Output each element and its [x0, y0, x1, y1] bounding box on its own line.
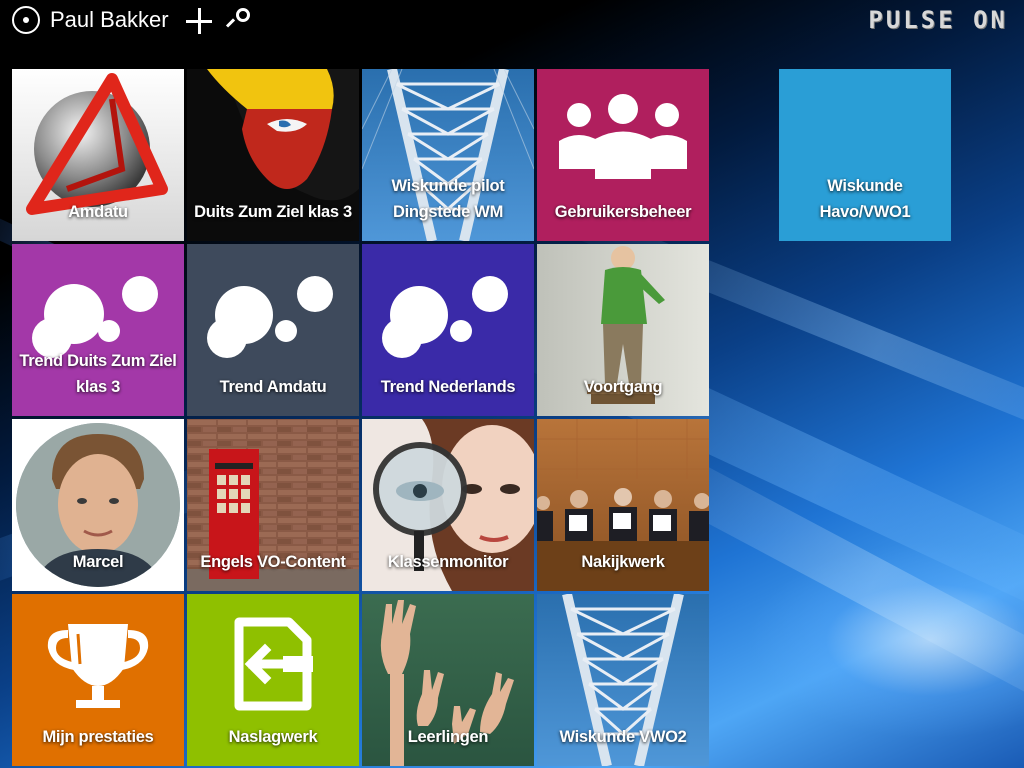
tile-gebruikersbeheer[interactable]: Gebruikersbeheer	[537, 69, 709, 241]
tile-label: Trend Duits Zum Ziel klas 3	[19, 352, 177, 396]
tile-label: Klassenmonitor	[387, 553, 509, 571]
tile-trend-amdatu[interactable]: Trend Amdatu	[187, 244, 359, 416]
tile-wiskunde-havo[interactable]: Wiskunde Havo/VWO1	[779, 69, 951, 241]
tile-duits-zum-ziel[interactable]: Duits Zum Ziel klas 3	[187, 69, 359, 241]
tile-label: Wiskunde pilot Dingstede WM	[391, 177, 505, 221]
add-icon[interactable]	[186, 8, 212, 34]
tile-label: Marcel	[72, 553, 124, 571]
tile-nakijkwerk[interactable]: Nakijkwerk	[537, 419, 709, 591]
tile-naslagwerk[interactable]: Naslagwerk	[187, 594, 359, 766]
search-icon[interactable]	[225, 8, 250, 32]
top-bar: Paul Bakker PULSE ON	[0, 0, 1024, 44]
tile-voortgang[interactable]: Voortgang	[537, 244, 709, 416]
tile-trend-nederlands[interactable]: Trend Nederlands	[362, 244, 534, 416]
user-name[interactable]: Paul Bakker	[50, 6, 169, 34]
tile-label: Wiskunde Havo/VWO1	[819, 177, 911, 221]
tile-label: Voortgang	[583, 378, 663, 396]
user-icon[interactable]	[12, 6, 40, 34]
tile-label: Nakijkwerk	[581, 553, 665, 571]
tile-label: Leerlingen	[407, 728, 489, 746]
tile-trend-duits[interactable]: Trend Duits Zum Ziel klas 3	[12, 244, 184, 416]
tile-label: Trend Amdatu	[219, 378, 327, 396]
tile-klassenmonitor[interactable]: Klassenmonitor	[362, 419, 534, 591]
tile-wiskunde-pilot[interactable]: Wiskunde pilot Dingstede WM	[362, 69, 534, 241]
tile-label: Gebruikersbeheer	[554, 203, 692, 221]
tile-wiskunde-vwo2[interactable]: Wiskunde VWO2	[537, 594, 709, 766]
tile-label: Duits Zum Ziel klas 3	[194, 203, 352, 221]
tile-mijn-prestaties[interactable]: Mijn prestaties	[12, 594, 184, 766]
tile-label: Wiskunde VWO2	[559, 728, 687, 746]
tile-label: Trend Nederlands	[380, 378, 516, 396]
pulse-on-logo: PULSE ON	[868, 6, 1008, 34]
tile-label: Naslagwerk	[228, 728, 318, 746]
tile-marcel[interactable]: Marcel	[12, 419, 184, 591]
tile-engels-vo-content[interactable]: Engels VO-Content	[187, 419, 359, 591]
tile-amdatu[interactable]: Amdatu	[12, 69, 184, 241]
tile-label: Amdatu	[68, 203, 128, 221]
tile-leerlingen[interactable]: Leerlingen	[362, 594, 534, 766]
tile-label: Mijn prestaties	[42, 728, 154, 746]
tile-label: Engels VO-Content	[200, 553, 346, 571]
